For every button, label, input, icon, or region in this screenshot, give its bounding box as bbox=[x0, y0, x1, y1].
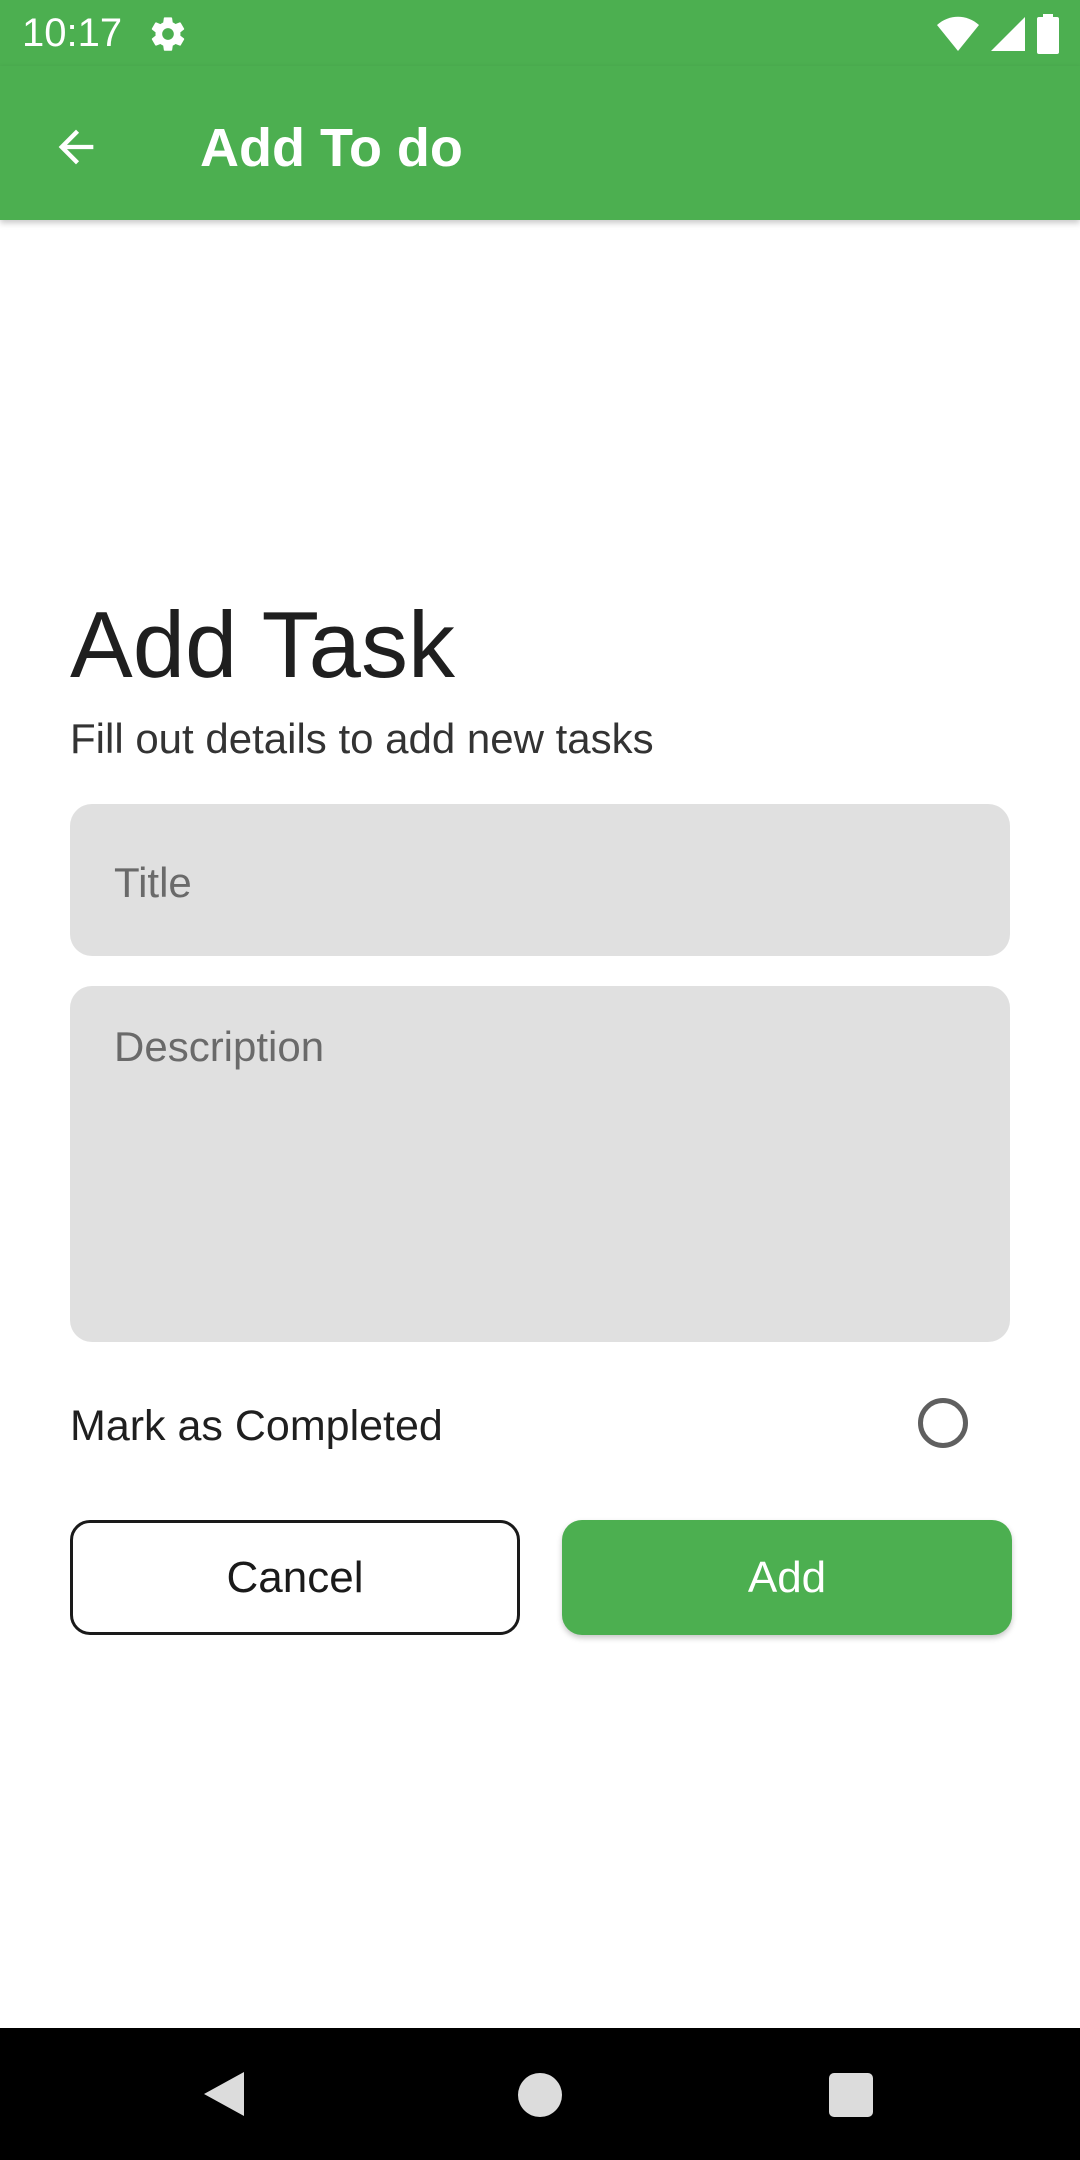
recents-square-icon[interactable] bbox=[829, 2073, 873, 2117]
cancel-button[interactable]: Cancel bbox=[70, 1520, 520, 1635]
title-placeholder: Title bbox=[114, 859, 192, 906]
app-bar: Add To do bbox=[0, 66, 1080, 220]
screen: 10:17 Add To do Add Task Fill out detail… bbox=[0, 0, 1080, 2160]
back-triangle-icon[interactable] bbox=[202, 2070, 246, 2118]
back-button[interactable] bbox=[40, 111, 112, 183]
arrow-left-icon bbox=[58, 129, 94, 165]
status-bar: 10:17 bbox=[0, 0, 1080, 66]
app-title: Add To do bbox=[200, 118, 463, 178]
status-icons bbox=[936, 14, 1060, 54]
system-nav-bar bbox=[0, 2028, 1080, 2160]
wifi-icon bbox=[937, 16, 979, 51]
gear-icon bbox=[151, 17, 185, 51]
status-time: 10:17 bbox=[22, 11, 123, 55]
mark-completed-radio[interactable] bbox=[918, 1398, 968, 1448]
signal-icon bbox=[991, 17, 1025, 51]
mark-completed-row: Mark as Completed bbox=[70, 1394, 1010, 1458]
title-input[interactable]: Title bbox=[70, 804, 1010, 956]
mark-completed-label: Mark as Completed bbox=[70, 1402, 443, 1450]
home-circle-icon[interactable] bbox=[518, 2073, 562, 2117]
add-button[interactable]: Add bbox=[562, 1520, 1012, 1635]
battery-icon bbox=[1037, 14, 1059, 54]
page-subheading: Fill out details to add new tasks bbox=[70, 715, 654, 762]
description-placeholder: Description bbox=[114, 1023, 325, 1070]
page-heading: Add Task bbox=[70, 592, 455, 697]
description-input[interactable]: Description bbox=[70, 986, 1010, 1342]
